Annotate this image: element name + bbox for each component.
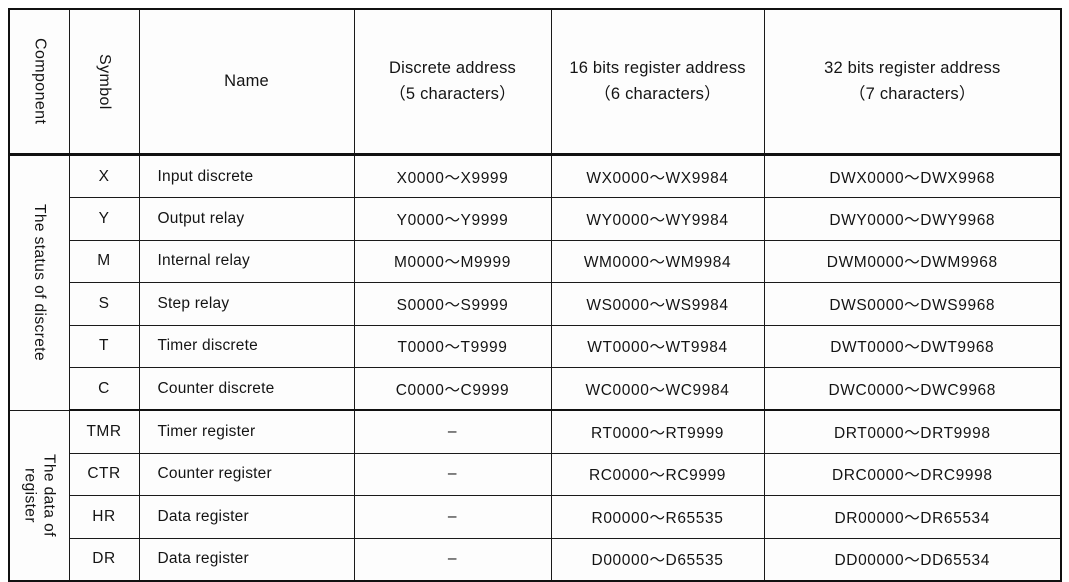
cell-32bit-register-address: DRT0000～DRT9998 — [763, 409, 1062, 454]
cell-name: Internal relay — [138, 239, 355, 284]
header-32bit-register-address-line2: （7 characters） — [848, 84, 976, 103]
cell-symbol: Y — [68, 197, 140, 241]
header-discrete-address-line1: Discrete address — [389, 58, 516, 77]
cell-discrete-address: Y0000～Y9999 — [353, 197, 552, 241]
table-header-row: Component Symbol Name Discrete address （… — [8, 8, 1062, 156]
header-symbol: Symbol — [68, 8, 140, 156]
group-label-status-of-discrete: The status of discrete — [8, 154, 70, 411]
group-label-data-of-register: The data of register — [8, 409, 70, 582]
cell-symbol: S — [68, 282, 140, 326]
table-row: S Step relay S0000～S9999 WS0000～WS9984 D… — [9, 282, 1062, 326]
table-row: CTR Counter register – RC0000～RC9999 DRC… — [9, 452, 1062, 497]
cell-symbol: CTR — [68, 452, 140, 497]
cell-symbol: C — [68, 366, 140, 412]
table-row: Y Output relay Y0000～Y9999 WY0000～WY9984… — [9, 197, 1062, 241]
cell-discrete-address: – — [353, 409, 552, 454]
header-32bit-register-address-wrap: 32 bits register address （7 characters） — [765, 56, 1061, 107]
cell-symbol: DR — [68, 537, 140, 582]
table-body: Component Symbol Name Discrete address （… — [8, 8, 1062, 582]
header-16bit-register-address-wrap: 16 bits register address （6 characters） — [552, 56, 764, 107]
header-name-label: Name — [224, 72, 269, 90]
header-component: Component — [8, 8, 70, 156]
cell-discrete-address: C0000～C9999 — [353, 366, 552, 412]
cell-discrete-address: M0000～M9999 — [353, 239, 552, 284]
cell-symbol: M — [68, 239, 140, 284]
cell-16bit-register-address: RT0000～RT9999 — [550, 409, 765, 454]
header-name: Name — [138, 8, 355, 156]
table-row: M Internal relay M0000～M9999 WM0000～WM99… — [9, 239, 1062, 284]
table-row: The data of register TMR Timer register … — [8, 409, 1062, 582]
cell-16bit-register-address: WM0000～WM9984 — [550, 239, 765, 284]
header-16bit-register-address-line1: 16 bits register address — [569, 58, 746, 77]
header-discrete-address-line2: （5 characters） — [389, 84, 516, 103]
header-symbol-wrap: Symbol — [70, 10, 139, 153]
group-label-status-of-discrete-text: The status of discrete — [30, 204, 48, 362]
header-16bit-register-address-line2: （6 characters） — [594, 84, 721, 103]
cell-name: Output relay — [138, 197, 355, 241]
cell-discrete-address: – — [353, 495, 552, 539]
cell-32bit-register-address: DD00000～DD65534 — [763, 537, 1062, 582]
header-32bit-register-address: 32 bits register address （7 characters） — [763, 8, 1062, 156]
cell-32bit-register-address: DR00000～DR65534 — [763, 495, 1062, 539]
cell-16bit-register-address: D00000～D65535 — [550, 537, 765, 582]
header-symbol-label: Symbol — [96, 53, 113, 110]
cell-symbol: TMR — [68, 409, 140, 454]
cell-name: Data register — [138, 537, 355, 582]
cell-16bit-register-address: WY0000～WY9984 — [550, 197, 765, 241]
cell-16bit-register-address: WT0000～WT9984 — [550, 324, 765, 368]
screenshot-canvas: Component Symbol Name Discrete address （… — [0, 0, 1069, 582]
cell-discrete-address: S0000～S9999 — [353, 282, 552, 326]
cell-name: Counter register — [138, 452, 355, 497]
cell-16bit-register-address: R00000～R65535 — [550, 495, 765, 539]
cell-32bit-register-address: DWY0000～DWY9968 — [763, 197, 1062, 241]
cell-32bit-register-address: DWM0000～DWM9968 — [763, 239, 1062, 284]
header-component-wrap: Component — [10, 10, 69, 153]
table-row: C Counter discrete C0000～C9999 WC0000～WC… — [9, 366, 1062, 412]
cell-16bit-register-address: RC0000～RC9999 — [550, 452, 765, 497]
table-row: The status of discrete X Input discrete … — [8, 153, 1062, 411]
cell-16bit-register-address: WS0000～WS9984 — [550, 282, 765, 326]
cell-symbol: X — [68, 153, 140, 199]
cell-discrete-address: – — [353, 537, 552, 582]
group-label-data-of-register-wrap: The data of register — [10, 411, 69, 580]
cell-32bit-register-address: DWC0000～DWC9968 — [763, 366, 1062, 412]
cell-symbol: T — [68, 324, 140, 368]
cell-32bit-register-address: DRC0000～DRC9998 — [763, 452, 1062, 497]
cell-name: Input discrete — [138, 153, 355, 199]
cell-name: Timer discrete — [138, 324, 355, 368]
cell-discrete-address: X0000～X9999 — [353, 153, 552, 199]
cell-symbol: HR — [68, 495, 140, 539]
cell-name: Step relay — [138, 282, 355, 326]
header-discrete-address: Discrete address （5 characters） — [353, 8, 552, 156]
plc-address-table: Component Symbol Name Discrete address （… — [8, 8, 1062, 582]
group-label-status-of-discrete-wrap: The status of discrete — [10, 156, 69, 410]
header-component-label: Component — [31, 38, 49, 125]
cell-16bit-register-address: WX0000～WX9984 — [550, 153, 765, 199]
header-discrete-address-wrap: Discrete address （5 characters） — [355, 56, 551, 107]
header-16bit-register-address: 16 bits register address （6 characters） — [550, 8, 765, 156]
table-row: T Timer discrete T0000～T9999 WT0000～WT99… — [9, 324, 1062, 368]
header-32bit-register-address-line1: 32 bits register address — [824, 58, 1001, 77]
cell-discrete-address: – — [353, 452, 552, 497]
cell-32bit-register-address: DWS0000～DWS9968 — [763, 282, 1062, 326]
cell-32bit-register-address: DWX0000～DWX9968 — [763, 153, 1062, 199]
cell-discrete-address: T0000～T9999 — [353, 324, 552, 368]
group-label-data-of-register-text: The data of register — [21, 453, 58, 537]
cell-name: Counter discrete — [138, 366, 355, 412]
table-row: DR Data register – D00000～D65535 DD00000… — [9, 537, 1062, 582]
table-row: HR Data register – R00000～R65535 DR00000… — [9, 495, 1062, 539]
cell-name: Data register — [138, 495, 355, 539]
cell-16bit-register-address: WC0000～WC9984 — [550, 366, 765, 412]
cell-32bit-register-address: DWT0000～DWT9968 — [763, 324, 1062, 368]
cell-name: Timer register — [138, 409, 355, 454]
